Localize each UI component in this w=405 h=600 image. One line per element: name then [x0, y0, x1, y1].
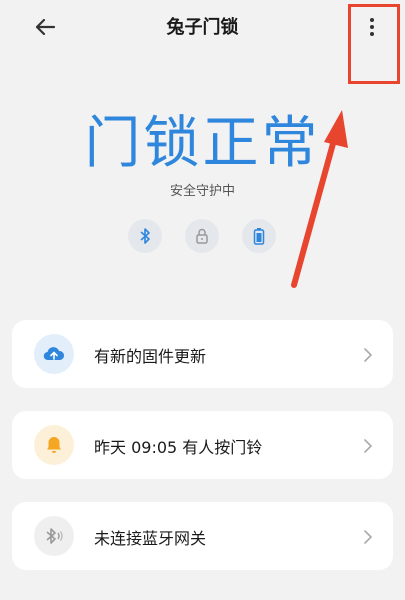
doorbell-card[interactable]: 昨天 09:05 有人按门铃: [12, 411, 393, 479]
bluetooth-off-icon: [34, 516, 74, 556]
card-label: 昨天 09:05 有人按门铃: [94, 438, 263, 457]
app-header: 兔子门锁: [0, 0, 405, 52]
bluetooth-gateway-card[interactable]: 未连接蓝牙网关: [12, 502, 393, 570]
cloud-upload-icon: [34, 334, 74, 374]
bluetooth-icon: [128, 219, 162, 253]
bell-icon: [34, 425, 74, 465]
card-label: 未连接蓝牙网关: [94, 529, 207, 548]
lock-icon: [185, 219, 219, 253]
chevron-right-icon: [364, 439, 373, 453]
battery-icon: [242, 219, 276, 253]
page-title: 兔子门锁: [166, 17, 239, 38]
lock-status-headline: 门锁正常: [84, 111, 321, 176]
card-label: 有新的固件更新: [94, 347, 207, 366]
chevron-right-icon: [364, 530, 373, 544]
firmware-update-card[interactable]: 有新的固件更新: [12, 320, 393, 388]
highlight-box: [348, 4, 400, 84]
lock-status-subtitle: 安全守护中: [169, 184, 235, 199]
chevron-right-icon: [364, 348, 373, 362]
